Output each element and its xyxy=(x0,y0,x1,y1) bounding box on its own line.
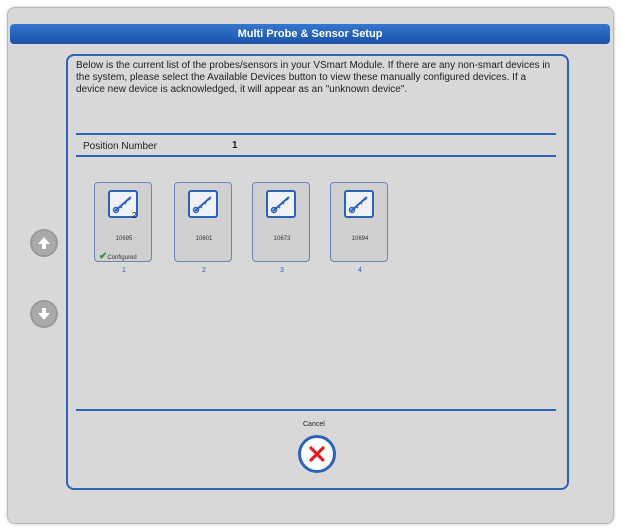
scroll-up-button[interactable] xyxy=(30,229,58,257)
position-number-value: 1 xyxy=(232,140,238,151)
divider xyxy=(76,133,556,135)
cancel-button[interactable] xyxy=(298,435,336,473)
scroll-down-button[interactable] xyxy=(30,300,58,328)
device-badge: 2 xyxy=(132,211,137,220)
device-status-label: Configured xyxy=(107,255,137,261)
window-title: Multi Probe & Sensor Setup xyxy=(10,24,610,44)
device-position: 2 xyxy=(202,267,206,274)
device-serial: 10695 xyxy=(115,236,133,242)
device-tile-3[interactable]: 10673 3 xyxy=(252,182,310,274)
probe-icon xyxy=(188,190,218,218)
close-icon xyxy=(309,446,325,462)
device-position: 3 xyxy=(280,267,284,274)
device-status: ✔Configured xyxy=(99,251,137,262)
device-serial: 10673 xyxy=(273,236,291,242)
arrow-down-icon xyxy=(38,308,50,320)
probe-icon xyxy=(344,190,374,218)
divider xyxy=(76,155,556,157)
device-position: 4 xyxy=(358,267,362,274)
position-number-label: Position Number xyxy=(83,141,157,152)
intro-text: Below is the current list of the probes/… xyxy=(76,60,551,95)
divider xyxy=(76,409,556,411)
cancel-label: Cancel xyxy=(303,421,325,428)
probe-icon xyxy=(266,190,296,218)
arrow-up-icon xyxy=(38,237,50,249)
device-position: 1 xyxy=(122,267,126,274)
device-tile-2[interactable]: 10601 2 xyxy=(174,182,232,274)
device-serial: 10601 xyxy=(195,236,213,242)
device-tile-1[interactable]: 2 10695 ✔Configured 1 xyxy=(94,182,152,274)
device-serial: 10694 xyxy=(351,236,369,242)
device-tile-4[interactable]: 10694 4 xyxy=(330,182,388,274)
